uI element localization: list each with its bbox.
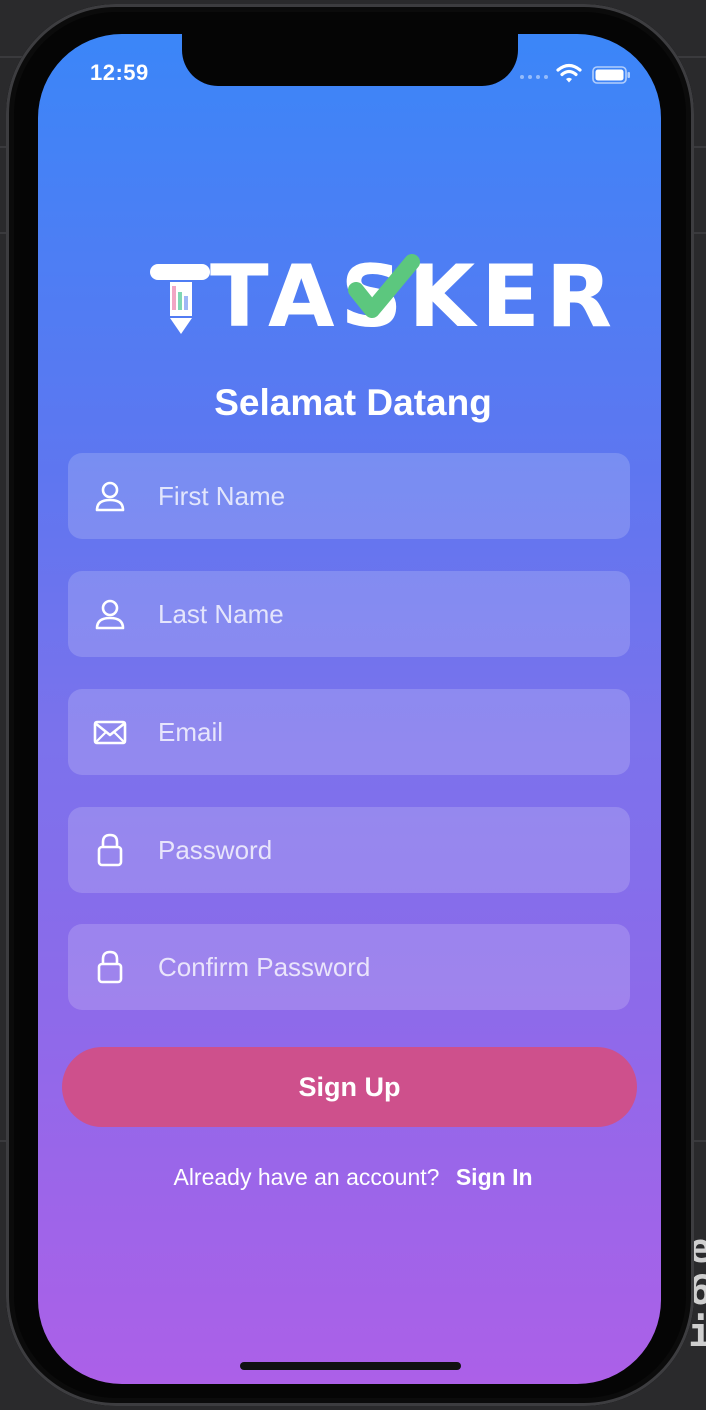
email-input[interactable] [158, 689, 608, 775]
welcome-heading: Selamat Datang [214, 382, 492, 423]
mail-icon [93, 720, 127, 745]
sign-in-prompt: Already have an account? [173, 1164, 440, 1190]
password-field[interactable] [68, 807, 630, 893]
confirm-password-field[interactable] [68, 924, 630, 1010]
home-indicator[interactable] [240, 1362, 461, 1370]
confirm-password-input[interactable] [158, 924, 608, 1010]
logo-check-icon [348, 254, 420, 318]
first-name-input[interactable] [158, 453, 608, 539]
lock-icon [97, 950, 123, 984]
battery-icon [592, 66, 630, 84]
email-field[interactable] [68, 689, 630, 775]
first-name-field[interactable] [68, 453, 630, 539]
password-input[interactable] [158, 807, 608, 893]
sign-in-row: Already have an account? Sign In [0, 1164, 706, 1191]
sign-up-button[interactable]: Sign Up [62, 1047, 637, 1127]
user-icon [95, 599, 125, 630]
logo-pencil-icon [150, 264, 210, 334]
last-name-field[interactable] [68, 571, 630, 657]
user-icon [95, 481, 125, 512]
wifi-icon [556, 63, 582, 83]
lock-icon [97, 833, 123, 867]
last-name-input[interactable] [158, 571, 608, 657]
signal-icon [520, 75, 548, 79]
phone-notch [182, 28, 518, 86]
status-icons [520, 62, 632, 88]
status-time: 12:59 [90, 60, 149, 85]
tasker-logo: TASKER [148, 250, 612, 350]
sign-in-link[interactable]: Sign In [456, 1164, 533, 1190]
